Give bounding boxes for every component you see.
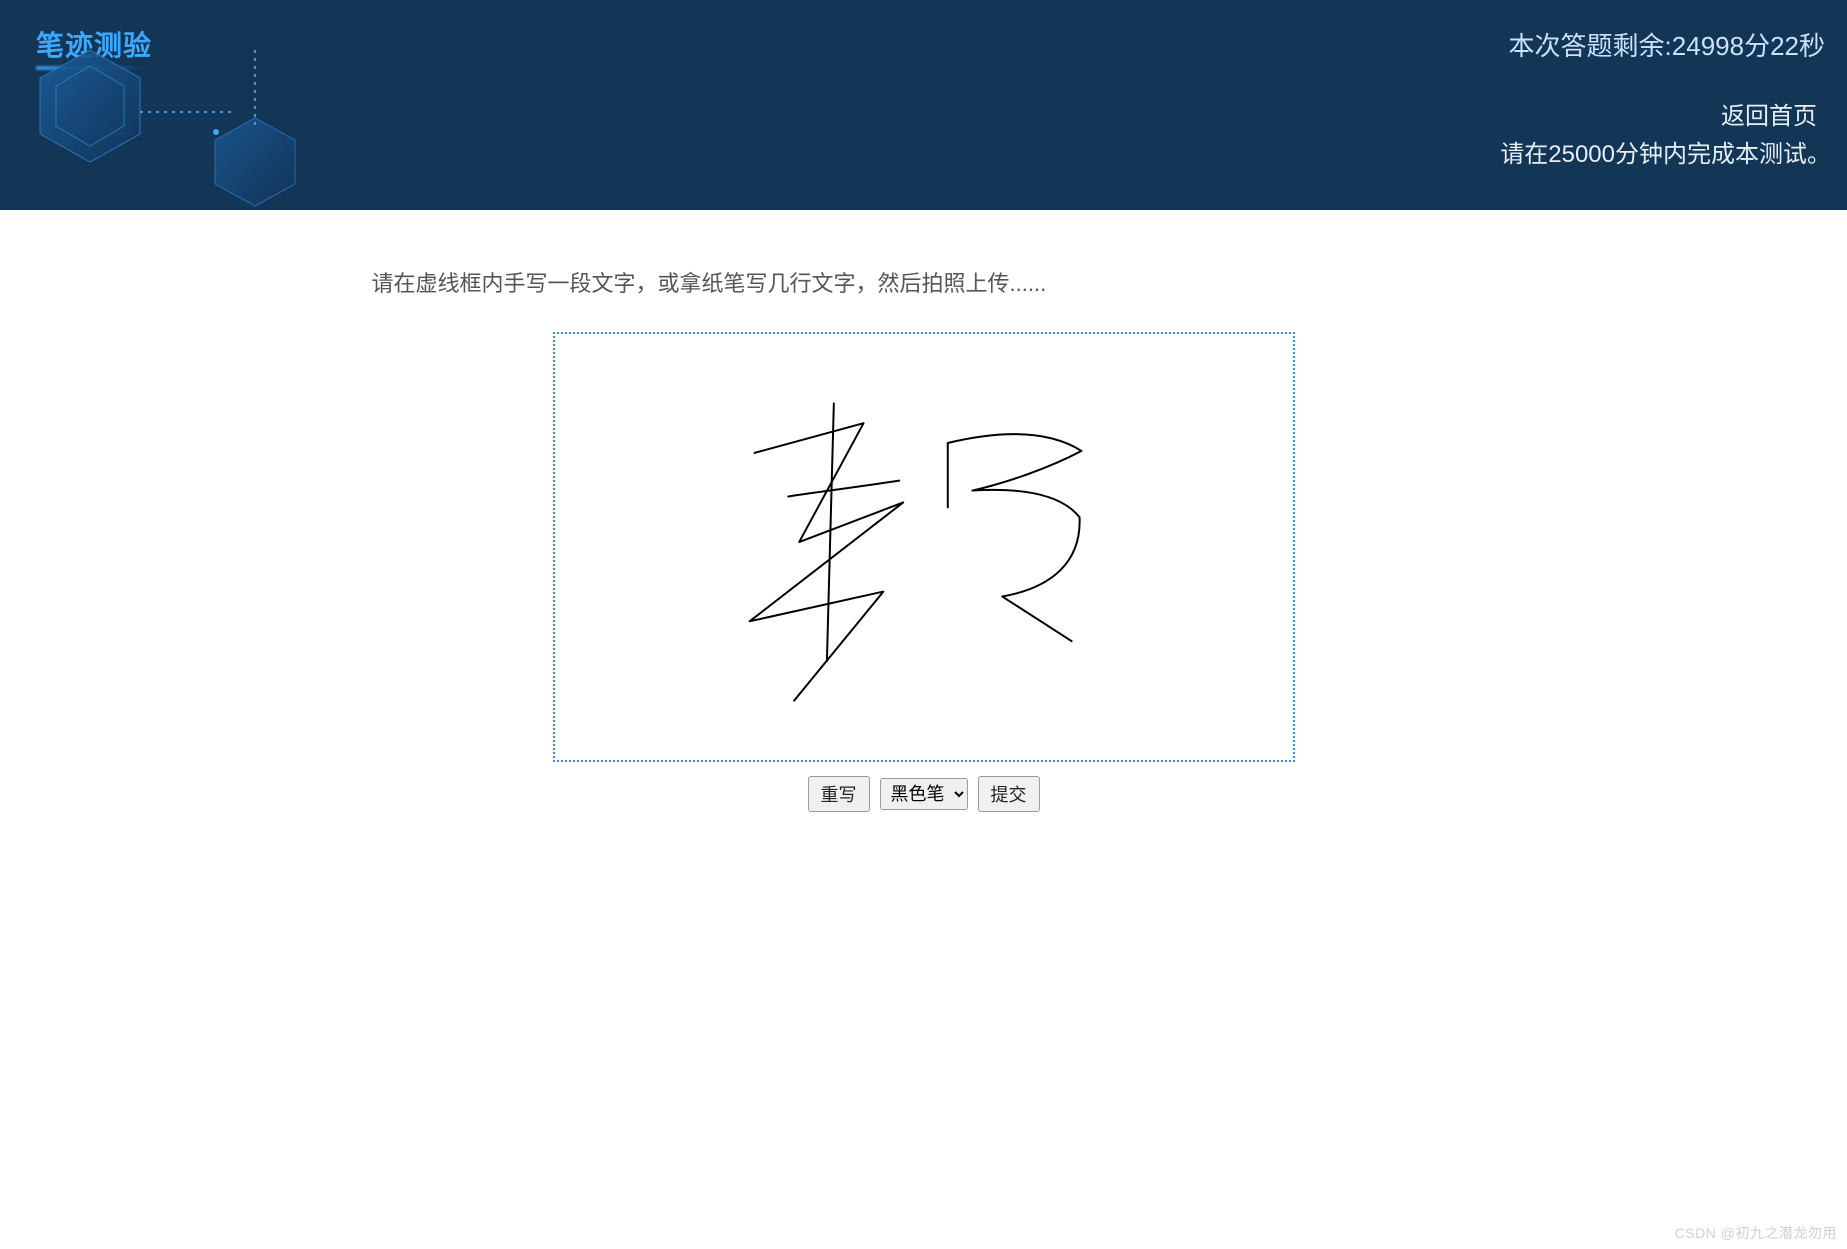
watermark-text: CSDN @初九之潜龙勿用 xyxy=(1675,1223,1837,1243)
home-link[interactable]: 返回首页 xyxy=(1721,96,1817,131)
countdown-timer: 本次答题剩余:24998分22秒 xyxy=(1509,26,1825,63)
deadline-note: 请在25000分钟内完成本测试。 xyxy=(1500,134,1831,169)
rewrite-button[interactable]: 重写 xyxy=(808,776,870,812)
handwriting-canvas[interactable] xyxy=(553,332,1295,762)
submit-button[interactable]: 提交 xyxy=(978,776,1040,812)
page-title: 笔迹测验 xyxy=(36,24,152,64)
main-content: 请在虚线框内手写一段文字，或拿纸笔写几行文字，然后拍照上传...... 重写 黑… xyxy=(324,210,1524,852)
pen-color-select[interactable]: 黑色笔 xyxy=(880,778,968,810)
page-header: 笔迹测验 本次答题剩余:24998分22秒 返回首页 请在25000分钟内完成本… xyxy=(0,0,1847,210)
canvas-container: 重写 黑色笔 提交 xyxy=(364,332,1484,812)
instruction-text: 请在虚线框内手写一段文字，或拿纸笔写几行文字，然后拍照上传...... xyxy=(372,266,1484,298)
canvas-controls: 重写 黑色笔 提交 xyxy=(808,776,1040,812)
